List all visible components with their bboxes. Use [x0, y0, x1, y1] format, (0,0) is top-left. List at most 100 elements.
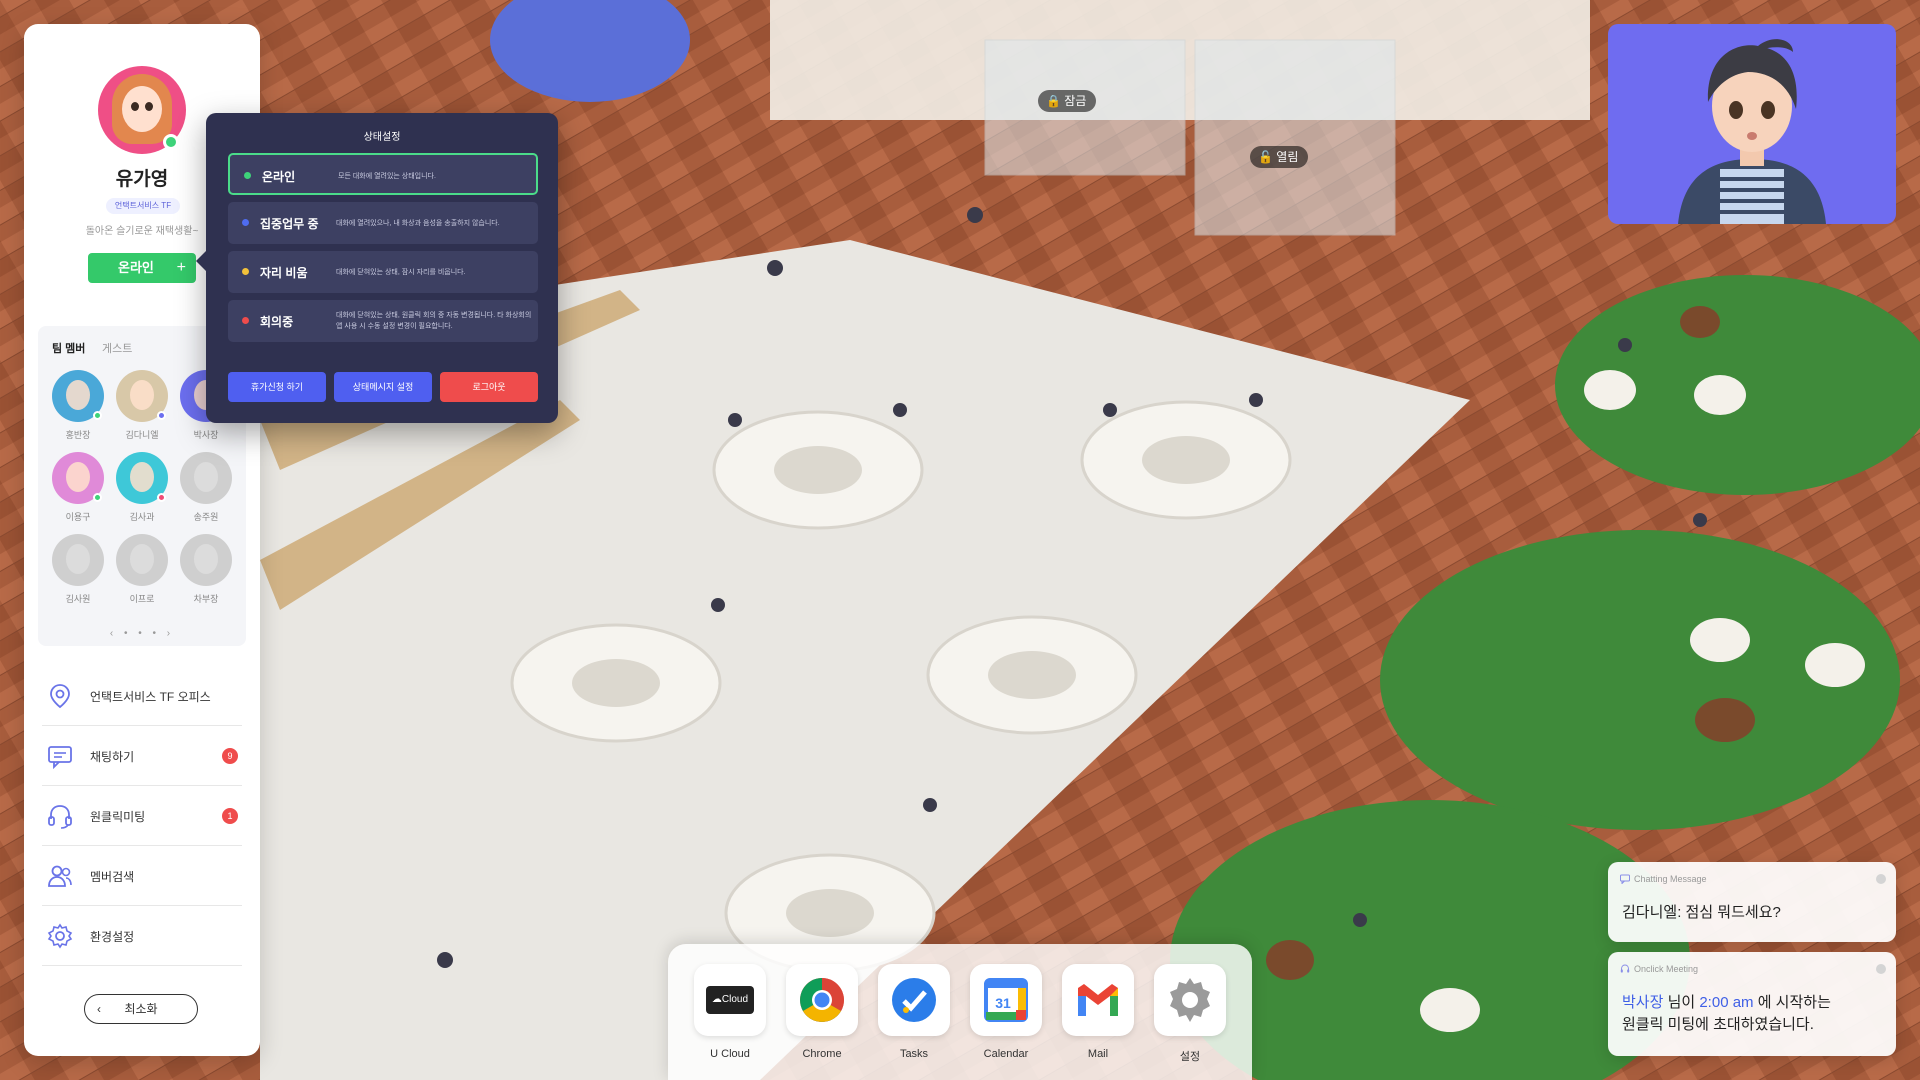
status-message-button[interactable]: 상태메시지 설정	[334, 372, 432, 402]
menu-item-chat[interactable]: 채팅하기 9	[42, 726, 242, 786]
status-desc: 대화에 닫혀있는 상태, 잠시 자리를 비웁니다.	[336, 269, 466, 276]
member-avatar	[116, 452, 168, 504]
dock-app-calendar[interactable]: 31 Calendar	[970, 964, 1042, 1060]
dock-app-label: U Cloud	[710, 1048, 750, 1060]
logout-button[interactable]: 로그아웃	[440, 372, 538, 402]
member-item[interactable]: 김사과	[114, 452, 170, 523]
settings-gear-icon	[1154, 964, 1226, 1036]
member-name: 이용구	[65, 512, 91, 522]
popup-title: 상태설정	[363, 132, 401, 143]
menu-label: 채팅하기	[90, 750, 135, 764]
calendar-icon: 31	[970, 964, 1042, 1036]
menu-item-settings[interactable]: 환경설정	[42, 906, 242, 966]
status-button[interactable]: 온라인 +	[88, 253, 196, 283]
tab-team-members[interactable]: 팀 멤버	[52, 340, 85, 356]
online-status-dot	[163, 134, 179, 150]
member-item[interactable]: 김사원	[50, 534, 106, 605]
calendar-day: 31	[995, 995, 1011, 1011]
member-name: 김사과	[129, 512, 155, 522]
member-name: 박사장	[193, 430, 219, 440]
member-item[interactable]: 차부장	[178, 534, 234, 605]
room-label-locked[interactable]: 🔒 잠금	[1038, 90, 1097, 112]
menu-item-member-search[interactable]: 멤버검색	[42, 846, 242, 906]
menu-item-office[interactable]: 언택트서비스 TF 오피스	[42, 666, 242, 726]
status-desc: 모든 대화에 열려있는 상태입니다.	[338, 173, 436, 180]
status-dot	[242, 219, 249, 226]
lock-icon: 🔒	[1046, 94, 1061, 108]
menu-label: 환경설정	[90, 930, 135, 944]
meeting-notification[interactable]: Onclick Meeting 박사장 님이 2:00 am 에 시작하는 원클…	[1608, 952, 1896, 1056]
member-name: 홍반장	[65, 430, 91, 440]
people-icon	[48, 865, 72, 887]
member-pager[interactable]: ‹ • • • ›	[38, 628, 246, 639]
status-dot	[244, 172, 251, 179]
meeting-text: 님이	[1663, 994, 1700, 1011]
room-label-open[interactable]: 🔓 열림	[1250, 146, 1309, 168]
headset-icon	[1620, 964, 1630, 973]
menu-item-oneclick-meeting[interactable]: 원클릭미팅 1	[42, 786, 242, 846]
status-dot	[242, 317, 249, 324]
unread-badge: 9	[222, 748, 238, 764]
glass-room-right	[1194, 39, 1396, 236]
meeting-host: 박사장	[1622, 994, 1664, 1011]
menu-label: 언택트서비스 TF 오피스	[90, 690, 211, 704]
member-name: 송주원	[193, 512, 219, 522]
status-name: 집중업무 중	[260, 217, 319, 231]
dock-app-settings[interactable]: 설정	[1154, 964, 1226, 1064]
member-item[interactable]: 이용구	[50, 452, 106, 523]
status-desc: 대화에 닫혀있는 상태, 원클릭 회의 중 자동 변경됩니다. 타 화상회의 앱…	[336, 312, 532, 330]
dock-app-chrome[interactable]: Chrome	[786, 964, 858, 1060]
tasks-icon	[878, 964, 950, 1036]
member-status-dot	[93, 411, 102, 420]
member-avatar	[52, 370, 104, 422]
vacation-request-button[interactable]: 휴가신청 하기	[228, 372, 326, 402]
chrome-icon	[786, 964, 858, 1036]
status-dot	[242, 268, 249, 275]
member-status-dot	[93, 493, 102, 502]
dock-app-tasks[interactable]: Tasks	[878, 964, 950, 1060]
dock-app-label: Calendar	[983, 1048, 1029, 1060]
member-avatar	[52, 534, 104, 586]
member-item[interactable]: 김다니엘	[114, 370, 170, 441]
member-item[interactable]: 이프로	[114, 534, 170, 605]
chat-icon	[1620, 874, 1630, 884]
location-pin-icon	[50, 684, 70, 709]
minimize-button[interactable]: ‹ 최소화	[84, 994, 198, 1024]
dock-app-mail[interactable]: Mail	[1062, 964, 1134, 1060]
status-option-focus[interactable]: 집중업무 중 대화에 열려있으나, 내 화상과 음성을 송출하지 않습니다.	[228, 202, 538, 244]
dock-app-label: Mail	[1087, 1048, 1109, 1060]
member-item[interactable]: 홍반장	[50, 370, 106, 441]
chat-notification[interactable]: Chatting Message 김다니엘: 점심 뭐드세요?	[1608, 862, 1896, 942]
dock-app-label: Tasks	[899, 1048, 929, 1060]
close-icon[interactable]	[1876, 874, 1886, 884]
dock-app-label: 설정	[1179, 1051, 1201, 1063]
status-option-meeting[interactable]: 회의중 대화에 닫혀있는 상태, 원클릭 회의 중 자동 변경됩니다. 타 화상…	[228, 300, 538, 342]
status-option-away[interactable]: 자리 비움 대화에 닫혀있는 상태, 잠시 자리를 비웁니다.	[228, 251, 538, 293]
member-avatar	[180, 534, 232, 586]
member-name: 김사원	[65, 594, 91, 604]
member-name: 김다니엘	[125, 430, 159, 440]
member-item[interactable]: 송주원	[178, 452, 234, 523]
gmail-icon	[1062, 964, 1134, 1036]
member-avatar	[52, 452, 104, 504]
status-name: 회의중	[260, 315, 294, 329]
status-button-label: 온라인	[118, 260, 154, 275]
notification-header: Onclick Meeting	[1634, 964, 1699, 974]
minimize-label: 최소화	[124, 1002, 158, 1016]
status-settings-popup: 상태설정 온라인 모든 대화에 열려있는 상태입니다. 집중업무 중 대화에 열…	[196, 113, 558, 423]
meeting-text: 에 시작하는	[1753, 994, 1831, 1011]
status-name: 자리 비움	[260, 266, 308, 280]
close-icon[interactable]	[1876, 964, 1886, 974]
menu-label: 멤버검색	[90, 870, 135, 884]
self-video-tile[interactable]	[1608, 24, 1896, 224]
headset-icon	[48, 805, 72, 829]
user-avatar-video	[1678, 39, 1826, 224]
dock-app-ucloud[interactable]: ☁Cloud U Cloud	[694, 964, 766, 1060]
member-name: 차부장	[193, 594, 219, 604]
tab-guests[interactable]: 게스트	[102, 340, 132, 356]
status-desc: 대화에 열려있으나, 내 화상과 음성을 송출하지 않습니다.	[336, 220, 500, 227]
member-status-dot	[157, 411, 166, 420]
status-option-online[interactable]: 온라인 모든 대화에 열려있는 상태입니다.	[228, 153, 538, 195]
member-avatar	[116, 534, 168, 586]
chat-icon	[48, 746, 72, 770]
